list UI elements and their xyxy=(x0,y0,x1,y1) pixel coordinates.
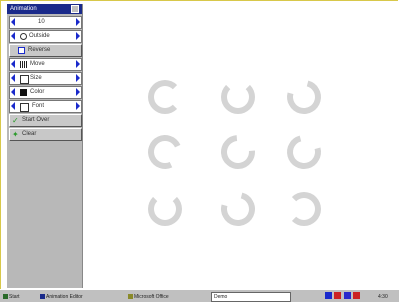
size-spinner[interactable]: Size xyxy=(9,72,82,85)
start-over-button[interactable]: ✓ Start Over xyxy=(9,114,82,127)
windows-icon xyxy=(3,294,8,300)
volume-icon[interactable] xyxy=(334,292,342,299)
reverse-icon xyxy=(18,47,25,54)
color-swatch-icon xyxy=(20,89,27,96)
ring-shape xyxy=(148,80,182,114)
direction-spinner[interactable]: Outside xyxy=(9,30,82,43)
taskbar-item-label: Animation Editor xyxy=(46,294,83,300)
taskbar-item-label: Microsoft Office xyxy=(134,294,169,300)
start-over-label: Start Over xyxy=(22,117,50,123)
animation-canvas[interactable] xyxy=(84,4,397,288)
sparkle-icon: ✦ xyxy=(12,130,19,139)
font-spinner[interactable]: Font xyxy=(9,100,82,113)
alert-icon[interactable] xyxy=(353,292,361,299)
arrow-left-icon[interactable] xyxy=(11,88,15,96)
taskbar-item-office[interactable]: Microsoft Office xyxy=(128,291,169,301)
ring-shape xyxy=(280,128,328,176)
color-spinner[interactable]: Color xyxy=(9,86,82,99)
size-label: Size xyxy=(30,75,42,81)
font-icon xyxy=(20,103,29,112)
close-icon[interactable] xyxy=(71,5,79,13)
move-label: Move xyxy=(30,61,45,67)
app-icon xyxy=(40,294,45,300)
taskbar-item-editor[interactable]: Animation Editor xyxy=(40,291,83,301)
arrow-left-icon[interactable] xyxy=(11,74,15,82)
reverse-button[interactable]: Reverse xyxy=(9,44,82,57)
move-spinner[interactable]: Move xyxy=(9,58,82,71)
start-label: Start xyxy=(9,294,20,300)
color-label: Color xyxy=(30,89,45,95)
outside-icon xyxy=(20,33,27,40)
animation-panel: Animation 10 Outside Reverse Move Size C… xyxy=(7,4,83,288)
network-icon[interactable] xyxy=(325,292,332,299)
arrow-right-icon[interactable] xyxy=(76,102,80,110)
arrow-right-icon[interactable] xyxy=(76,74,80,82)
ring-shape xyxy=(143,130,187,174)
ring-shape xyxy=(214,128,262,176)
direction-label: Outside xyxy=(29,33,50,39)
arrow-left-icon[interactable] xyxy=(11,102,15,110)
reverse-label: Reverse xyxy=(28,47,51,53)
clear-label: Clear xyxy=(22,131,37,137)
arrow-left-icon[interactable] xyxy=(11,32,15,40)
arrow-left-icon[interactable] xyxy=(11,60,15,68)
taskbar: Start Animation Editor Microsoft Office … xyxy=(0,289,399,302)
ring-shape xyxy=(280,73,328,121)
arrow-right-icon[interactable] xyxy=(76,60,80,68)
move-icon xyxy=(20,61,27,68)
clock-text: 4:30 xyxy=(378,294,388,300)
flag-icon[interactable] xyxy=(343,292,351,299)
arrow-right-icon[interactable] xyxy=(76,32,80,40)
ring-shape xyxy=(148,192,182,226)
start-button[interactable]: Start xyxy=(3,291,20,301)
arrow-right-icon[interactable] xyxy=(76,88,80,96)
arrow-right-icon[interactable] xyxy=(76,18,80,26)
clear-button[interactable]: ✦ Clear xyxy=(9,128,82,141)
ring-shape xyxy=(287,192,321,226)
panel-title-bar: Animation xyxy=(7,4,82,14)
count-value: 10 xyxy=(38,19,45,25)
checkmark-icon: ✓ xyxy=(12,116,19,125)
font-label: Font xyxy=(32,103,45,109)
ring-shape xyxy=(214,185,262,233)
app-icon xyxy=(128,294,133,300)
size-icon xyxy=(20,75,29,84)
arrow-left-icon[interactable] xyxy=(11,18,15,26)
panel-title: Animation xyxy=(10,6,37,12)
ring-shape xyxy=(221,80,255,114)
system-tray xyxy=(325,292,361,300)
clock: 4:30 xyxy=(378,291,388,301)
count-spinner[interactable]: 10 xyxy=(9,16,82,29)
address-value: Demo xyxy=(214,294,228,300)
